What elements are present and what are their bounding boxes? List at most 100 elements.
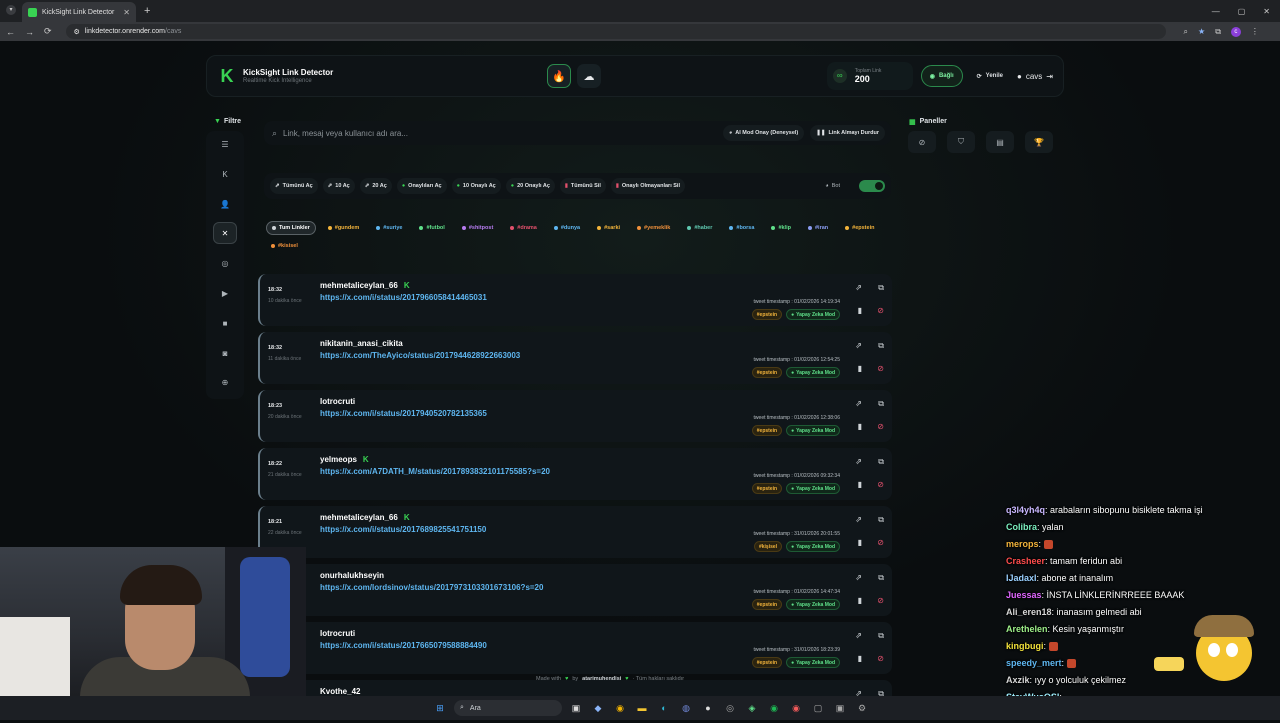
trash-panel-icon[interactable]: ▤ xyxy=(986,131,1014,153)
camera-icon[interactable]: ◙ xyxy=(213,342,237,364)
chat-username[interactable]: Crasheer xyxy=(1006,556,1045,566)
action-button[interactable]: ▮ Onaylı Olmayanları Sil xyxy=(610,178,685,194)
delete-icon[interactable]: ▮ xyxy=(858,364,862,373)
tag-filter[interactable]: #suriye xyxy=(371,221,407,235)
tag-filter[interactable]: #dunya xyxy=(549,221,585,235)
card-username[interactable]: Kvothe_42 xyxy=(320,687,360,696)
steam-icon[interactable]: ◎ xyxy=(722,700,738,716)
stop-links-button[interactable]: ❚❚ Link Almayı Durdur xyxy=(810,125,885,141)
card-link[interactable]: https://x.com/i/status/20176650795888844… xyxy=(320,641,487,650)
browser-menu-icon[interactable]: ⋮ xyxy=(1251,27,1259,37)
minimize-icon[interactable]: — xyxy=(1212,7,1220,16)
action-button[interactable]: ● 20 Onaylı Aç xyxy=(505,178,555,194)
browser-tab[interactable]: KickSight Link Detector ✕ xyxy=(22,2,136,22)
ban-icon[interactable]: ⊘ xyxy=(877,480,884,489)
open-link-icon[interactable]: ⇗ xyxy=(855,457,862,466)
chrome-alt-icon[interactable]: ◉ xyxy=(788,700,804,716)
copy-icon[interactable]: ⧉ xyxy=(878,689,884,696)
action-button[interactable]: ⇗ Tümünü Aç xyxy=(270,178,318,194)
extensions-icon[interactable]: ⧉ xyxy=(1215,27,1221,37)
tag-filter[interactable]: #drama xyxy=(505,221,542,235)
copy-icon[interactable]: ⧉ xyxy=(878,341,884,351)
delete-icon[interactable]: ▮ xyxy=(858,538,862,547)
bot-toggle[interactable] xyxy=(859,180,885,192)
copy-icon[interactable]: ⧉ xyxy=(878,631,884,641)
back-icon[interactable]: ← xyxy=(6,27,15,37)
trophy-panel-icon[interactable]: 🏆 xyxy=(1025,131,1053,153)
tag-filter[interactable]: #gundem xyxy=(323,221,364,235)
window-close-icon[interactable]: ✕ xyxy=(1263,7,1270,16)
chat-username[interactable]: Arethelen xyxy=(1006,624,1048,634)
action-button[interactable]: ⇗ 10 Aç xyxy=(322,178,355,194)
tag-filter[interactable]: #borsa xyxy=(724,221,759,235)
chat-username[interactable]: kingbugi xyxy=(1006,641,1044,651)
open-link-icon[interactable]: ⇗ xyxy=(855,283,862,292)
card-username[interactable]: onurhalukhseyin xyxy=(320,571,384,580)
ban-panel-icon[interactable]: ⊘ xyxy=(908,131,936,153)
delete-icon[interactable]: ▮ xyxy=(858,306,862,315)
copy-icon[interactable]: ⧉ xyxy=(878,573,884,583)
globe-icon[interactable]: ⊕ xyxy=(213,371,237,393)
instagram-icon[interactable]: ◎ xyxy=(213,252,237,274)
tag-filter[interactable]: #epstein xyxy=(840,221,879,235)
copy-icon[interactable]: ⧉ xyxy=(878,457,884,467)
connected-button[interactable]: ◉ Bağlı xyxy=(920,65,963,87)
new-tab-icon[interactable]: + xyxy=(144,5,150,17)
tag-filter[interactable]: #shitpost xyxy=(457,221,498,235)
tag-filter[interactable]: #klip xyxy=(766,221,796,235)
card-link[interactable]: https://x.com/A7DATH_M/status/2017893832… xyxy=(320,467,550,476)
ban-icon[interactable]: ⊘ xyxy=(877,654,884,663)
users-icon[interactable]: 👤 xyxy=(213,193,237,215)
kick-icon[interactable]: K xyxy=(213,163,237,185)
windows-start-icon[interactable]: ⊞ xyxy=(432,700,448,716)
open-link-icon[interactable]: ⇗ xyxy=(855,399,862,408)
gpu-icon[interactable]: ◈ xyxy=(744,700,760,716)
open-link-icon[interactable]: ⇗ xyxy=(855,573,862,582)
card-username[interactable]: lotrocruti xyxy=(320,629,355,638)
chat-username[interactable]: Ali_eren18 xyxy=(1006,607,1052,617)
card-username[interactable]: nikitanin_anasi_cikita xyxy=(320,339,403,348)
chat-username[interactable]: merops xyxy=(1006,539,1039,549)
chrome-icon[interactable]: ◉ xyxy=(612,700,628,716)
maximize-icon[interactable]: ▢ xyxy=(1238,7,1246,16)
theme-cloud-icon[interactable]: ☁ xyxy=(577,64,601,88)
task-view-icon[interactable]: ▣ xyxy=(568,700,584,716)
tag-filter[interactable]: #haber xyxy=(682,221,717,235)
footer-author[interactable]: atarimuhendisi xyxy=(582,676,621,682)
chat-username[interactable]: q3l4yh4q xyxy=(1006,505,1045,515)
card-link[interactable]: https://x.com/lordsinov/status/201797310… xyxy=(320,583,543,592)
open-link-icon[interactable]: ⇗ xyxy=(855,515,862,524)
tag-filter[interactable]: Tum Linkler xyxy=(266,221,316,235)
app-alt-icon[interactable]: ▣ xyxy=(832,700,848,716)
ban-icon[interactable]: ⊘ xyxy=(877,538,884,547)
delete-icon[interactable]: ▮ xyxy=(858,654,862,663)
tag-filter[interactable]: #sarki xyxy=(592,221,625,235)
url-field[interactable]: ⚙ linkdetector.onrender.com/cavs xyxy=(65,24,1166,39)
theme-fire-icon[interactable]: 🔥 xyxy=(547,64,571,88)
copilot-icon[interactable]: ◆ xyxy=(590,700,606,716)
action-button[interactable]: ▮ Tümünü Sil xyxy=(559,178,606,194)
app-icon[interactable]: ▢ xyxy=(810,700,826,716)
spotify-icon[interactable]: ◉ xyxy=(766,700,782,716)
refresh-button[interactable]: ⟳ Yenile xyxy=(971,65,1009,87)
copy-icon[interactable]: ⧉ xyxy=(878,283,884,293)
site-info-icon[interactable]: ⚙ xyxy=(74,28,80,36)
ai-mode-button[interactable]: ◕ AI Mod Onay (Deneysel) xyxy=(722,125,805,141)
chat-username[interactable]: Colibra xyxy=(1006,522,1037,532)
open-link-icon[interactable]: ⇗ xyxy=(855,341,862,350)
ban-icon[interactable]: ⊘ xyxy=(877,596,884,605)
copy-icon[interactable]: ⧉ xyxy=(878,399,884,409)
youtube-icon[interactable]: ▶ xyxy=(213,282,237,304)
action-button[interactable]: ● Onaylıları Aç xyxy=(396,178,447,194)
folder-icon[interactable]: ▬ xyxy=(634,700,650,716)
card-link[interactable]: https://x.com/i/status/20179405207821353… xyxy=(320,409,487,418)
open-link-icon[interactable]: ⇗ xyxy=(855,689,862,696)
chat-username[interactable]: Axzik xyxy=(1006,675,1030,685)
user-menu[interactable]: ● cavs ⇥ xyxy=(1017,72,1053,81)
chat-username[interactable]: Juessas xyxy=(1006,590,1042,600)
copy-icon[interactable]: ⧉ xyxy=(878,515,884,525)
zoom-icon[interactable]: ⌕ xyxy=(1184,27,1188,37)
search-input[interactable]: Link, mesaj veya kullanıcı adı ara... xyxy=(283,129,408,138)
tag-filter[interactable]: #yemeklik xyxy=(632,221,675,235)
settings-icon[interactable]: ⚙ xyxy=(854,700,870,716)
